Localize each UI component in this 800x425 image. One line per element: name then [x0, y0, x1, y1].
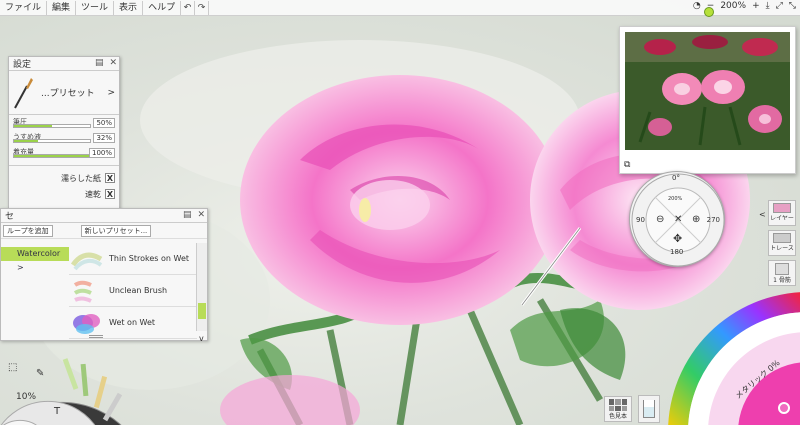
swatches-label: 色見本 — [608, 413, 627, 420]
trace-button[interactable]: トレース — [768, 230, 796, 256]
slider-fill — [14, 140, 39, 142]
toggle-label: 濡らした紙 — [61, 173, 101, 183]
menu-help[interactable]: ヘルプ — [143, 0, 182, 15]
layers-button[interactable]: レイヤー — [768, 200, 796, 226]
trace-label: トレース — [770, 245, 794, 252]
expand-icon[interactable]: ⤢ — [776, 1, 783, 11]
slider-pressure[interactable]: 筆圧 50% — [9, 115, 119, 130]
preset-thumbnail — [71, 252, 103, 270]
peony-reference-photo — [625, 32, 790, 168]
detach-icon[interactable]: ⧉ — [624, 160, 630, 170]
panel-resize-handle[interactable] — [89, 335, 103, 338]
presets-panel-header[interactable]: セ ▤ ✕ — [1, 209, 207, 223]
layers-icon — [773, 203, 791, 213]
swatches-button[interactable]: 色見本 — [604, 396, 632, 422]
layers-label: レイヤー — [770, 215, 794, 222]
redo-icon[interactable]: ↷ — [195, 0, 210, 15]
preset-label: Wet on Wet — [109, 318, 156, 327]
clean-brush-button[interactable] — [638, 395, 660, 423]
swatch-grid-icon — [609, 399, 627, 411]
rotation-top-label: 0° — [672, 174, 680, 182]
settings-panel-title: 設定 — [13, 60, 32, 70]
rotation-right-label: 270 — [706, 216, 720, 224]
slider-value[interactable]: 100% — [88, 148, 115, 158]
canvas-navigator[interactable]: 0° 90 270 180 200% ⊖ ✕ ⊕ ✥ — [629, 171, 725, 267]
category-watercolor[interactable]: Watercolor > — [1, 247, 69, 272]
download-icon[interactable]: ⤓ — [766, 1, 770, 11]
color-picker[interactable]: メタリック 0% — [668, 292, 800, 425]
presets-panel-title: セ — [5, 212, 15, 222]
page-icon[interactable]: ▤ — [183, 210, 192, 220]
preset-thumbnail — [73, 313, 100, 334]
text-tool-icon[interactable]: T — [54, 406, 60, 417]
zoom-level: 200% — [720, 1, 747, 11]
preset-label: Thin Strokes on Wet — [109, 254, 190, 263]
water-glass-icon — [643, 400, 655, 418]
layer-stack-icon — [775, 263, 789, 275]
settings-panel: 設定 ▤ ✕ ...プリセット > 筆圧 50% うすめ液 32% 着充量 10… — [8, 56, 120, 232]
reset-close-icon[interactable]: ✕ — [674, 214, 682, 225]
chevron-right-icon: > — [107, 87, 115, 98]
chevron-down-icon[interactable]: v — [199, 334, 204, 343]
list-item[interactable]: Unclean Brush — [69, 275, 197, 307]
menu-edit[interactable]: 編集 — [47, 0, 77, 15]
new-preset-button[interactable]: 新しいプリセット... — [80, 224, 152, 237]
toggle-quick-dry[interactable]: 速乾 X — [9, 186, 119, 202]
slider-loading[interactable]: 着充量 100% — [9, 145, 119, 160]
zoom-in-icon[interactable]: ⊕ — [692, 214, 700, 225]
slider-value[interactable]: 32% — [93, 133, 115, 143]
layer-count-label: 1 骨筋 — [773, 277, 791, 284]
tool-wheel: ⬚ ✎ T 10% — [0, 340, 128, 425]
trace-icon — [773, 233, 791, 243]
reference-toggle-icon[interactable]: ◔ — [693, 1, 701, 11]
rotation-left-label: 90 — [636, 216, 645, 224]
menu-file[interactable]: ファイル — [0, 0, 48, 15]
preset-label: Unclean Brush — [109, 286, 168, 295]
menu-tools[interactable]: ツール — [76, 0, 115, 15]
presets-toolbar: ループを追加 新しいプリセット... — [1, 223, 207, 239]
preset-selector[interactable]: ...プリセット > — [9, 71, 119, 115]
list-item[interactable]: Thin Strokes on Wet — [69, 243, 197, 275]
scrollbar-thumb[interactable] — [198, 303, 206, 319]
preset-label: ...プリセット — [41, 89, 95, 99]
zoom-in-icon[interactable]: + — [752, 1, 760, 11]
add-group-button[interactable]: ループを追加 — [3, 224, 53, 237]
eyedropper-tool-icon[interactable]: ✎ — [36, 368, 44, 379]
presets-scrollbar[interactable]: v — [196, 243, 207, 343]
rotation-bottom-label: 180 — [670, 248, 684, 256]
slider-fill — [14, 155, 90, 157]
menu-view[interactable]: 表示 — [114, 0, 144, 15]
preset-thumbnail — [73, 280, 92, 303]
presets-panel: セ ▤ ✕ ループを追加 新しいプリセット... Watercolor > Th… — [0, 208, 208, 343]
slider-value[interactable]: 50% — [93, 118, 115, 128]
preset-list: Thin Strokes on Wet Unclean Brush Wet on… — [69, 243, 197, 339]
pin-handle[interactable] — [704, 7, 714, 17]
toggle-wet-paper[interactable]: 濡らした紙 X — [9, 170, 119, 186]
settings-panel-header[interactable]: 設定 ▤ ✕ — [9, 57, 119, 71]
brush-icon — [14, 77, 33, 108]
reference-image-panel[interactable]: ⧉ — [619, 7, 796, 174]
checkbox[interactable]: X — [105, 173, 115, 183]
select-tool-icon[interactable]: ⬚ — [8, 362, 17, 373]
undo-icon[interactable]: ↶ — [181, 0, 196, 15]
slider-fill — [14, 125, 52, 127]
side-panel-arrow-icon[interactable]: < — [759, 210, 766, 219]
slider-thinner[interactable]: うすめ液 32% — [9, 130, 119, 145]
fullscreen-icon[interactable]: ⤡ — [789, 1, 796, 11]
color-picker-handle[interactable] — [778, 402, 790, 414]
checkbox[interactable]: X — [105, 189, 115, 199]
page-icon[interactable]: ▤ — [95, 58, 104, 68]
layer-count-button[interactable]: 1 骨筋 — [768, 260, 796, 286]
brush-size-percent: 10% — [16, 392, 37, 402]
pan-icon[interactable]: ✥ — [673, 232, 682, 245]
close-icon[interactable]: ✕ — [197, 210, 205, 220]
zoom-out-icon[interactable]: ⊖ — [656, 214, 664, 225]
toggle-label: 速乾 — [85, 189, 101, 199]
close-icon[interactable]: ✕ — [109, 58, 117, 68]
zoom-small-label: 200% — [668, 196, 683, 202]
menu-bar: ファイル 編集 ツール 表示 ヘルプ ↶ ↷ ◔ − 200% + ⤓ ⤢ ⤡ — [0, 0, 800, 16]
